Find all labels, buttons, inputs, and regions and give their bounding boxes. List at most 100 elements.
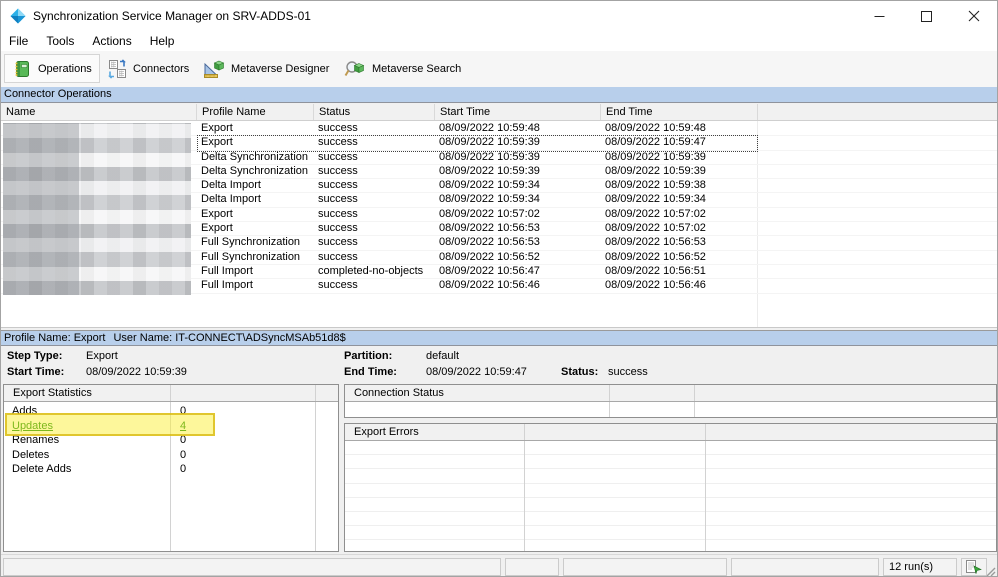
close-button[interactable] [950,1,997,31]
connectors-button[interactable]: Connectors [99,54,197,83]
export-errors-header: Export Errors [345,424,996,441]
panel-header-divider [170,385,171,401]
operations-table: Name Profile Name Status Start Time End … [1,104,997,328]
status-pane [3,558,501,576]
maximize-icon [921,10,932,22]
statistic-label: Renames [12,434,60,446]
resize-grip[interactable] [984,565,996,577]
statistic-value: 0 [180,463,187,475]
status-pane [563,558,727,576]
statistic-value: 0 [180,448,187,461]
connector-operations-title: Connector Operations [4,88,112,100]
start-time-label: Start Time: [7,366,65,378]
connector-operations-header: Connector Operations [1,87,997,103]
name-column-redaction-blur [3,123,191,295]
column-header-profile-name[interactable]: Profile Name [197,104,314,120]
connectors-icon [108,58,126,79]
run-count: 12 run(s) [889,561,934,573]
statistic-label: Adds [12,405,38,417]
panel-header-divider [705,424,706,440]
partition-label: Partition: [344,350,393,362]
window-title: Synchronization Service Manager on SRV-A… [33,9,311,23]
toolbar: Operations Connectors Metaverse Designer… [1,51,997,87]
export-statistics-rows: Adds 0 Updates 4 Renames 0 Deletes 0 Delete Adds… [4,402,338,477]
run-count-pane: 12 run(s) [883,558,957,576]
metaverse-search-icon [344,60,365,76]
export-error-empty-row [345,441,996,456]
statistic-label: Deletes [12,448,50,461]
connection-status-header: Connection Status [345,385,996,402]
metaverse-designer-button[interactable]: Metaverse Designer [195,54,337,83]
end-time-value: 08/09/2022 10:59:47 [426,366,527,378]
operations-log-icon [966,560,982,574]
metaverse-designer-button-label: Metaverse Designer [231,62,330,75]
sync-diamond-icon [10,8,26,24]
export-errors-panel: Export Errors [344,423,997,555]
menu-file[interactable]: File [1,31,37,51]
statistic-label: Delete Adds [12,463,72,475]
export-errors-title: Export Errors [354,426,419,438]
panel-column-line [694,402,695,417]
statistic-row: Updates 4 [4,419,338,434]
metaverse-search-button[interactable]: Metaverse Search [336,54,469,83]
statistic-row: Adds 0 [4,404,338,419]
panel-header-divider [315,385,316,401]
title-bar: Synchronization Service Manager on SRV-A… [1,1,997,31]
export-error-empty-row [345,484,996,498]
export-error-empty-row [345,498,996,512]
panel-header-divider [609,385,610,401]
statistic-value-link[interactable]: 4 [180,419,186,433]
panel-header-divider [694,385,695,401]
step-type-label: Step Type: [7,350,63,362]
operations-button-label: Operations [38,62,92,75]
statistic-value: 0 [180,434,187,446]
status-label: Status: [561,366,599,378]
connectors-button-label: Connectors [133,62,190,75]
export-statistics-panel: Export Statistics Adds 0 Updates 4 Renames 0 D… [3,384,339,552]
status-pane [731,558,879,576]
app-window: Synchronization Service Manager on SRV-A… [0,0,998,577]
column-header-start-time[interactable]: Start Time [435,104,601,120]
export-error-empty-row [345,512,996,527]
operations-book-icon [15,60,29,77]
user-name-label: User Name: IT-CONNECT\ADSyncMSAb51d8$ [113,332,346,344]
export-error-empty-row [345,526,996,541]
column-header-end-time[interactable]: End Time [601,104,758,120]
partition-value: default [426,350,460,362]
export-statistics-title: Export Statistics [13,387,92,399]
panel-header-divider [524,424,525,440]
status-value: success [608,366,648,378]
export-statistics-header: Export Statistics [4,385,338,402]
column-header-name[interactable]: Name [1,104,197,120]
statistic-value: 0 [180,405,187,417]
status-pane [505,558,559,576]
column-header-filler [758,104,997,120]
operations-button[interactable]: Operations [4,54,100,83]
end-time-label: End Time: [344,366,397,378]
export-error-empty-row [345,455,996,470]
export-error-empty-row [345,540,996,555]
statistic-row: Deletes 0 [4,448,338,463]
minimize-icon [874,15,885,17]
close-icon [968,10,979,22]
panel-column-line [609,402,610,417]
step-type-value: Export [86,350,118,362]
run-profile-header: Profile Name: Export User Name: IT-CONNEC… [1,330,997,346]
menu-bar: File Tools Actions Help [1,31,997,51]
status-bar: 12 run(s) [1,554,997,577]
panel-column-line [705,441,706,551]
run-details: Step Type: Export Partition: default Sta… [1,347,997,384]
operations-table-header: Name Profile Name Status Start Time End … [1,104,997,121]
minimize-button[interactable] [856,1,903,31]
profile-name-label: Profile Name: Export [4,332,106,344]
maximize-button[interactable] [903,1,950,31]
start-time-value: 08/09/2022 10:59:39 [86,366,187,378]
connection-status-panel: Connection Status [344,384,997,418]
statistic-link[interactable]: Updates [12,419,53,433]
metaverse-search-button-label: Metaverse Search [372,62,462,75]
statistic-row: Renames 0 [4,433,338,448]
column-header-status[interactable]: Status [314,104,435,120]
menu-actions[interactable]: Actions [83,31,140,51]
menu-help[interactable]: Help [141,31,184,51]
menu-tools[interactable]: Tools [37,31,83,51]
